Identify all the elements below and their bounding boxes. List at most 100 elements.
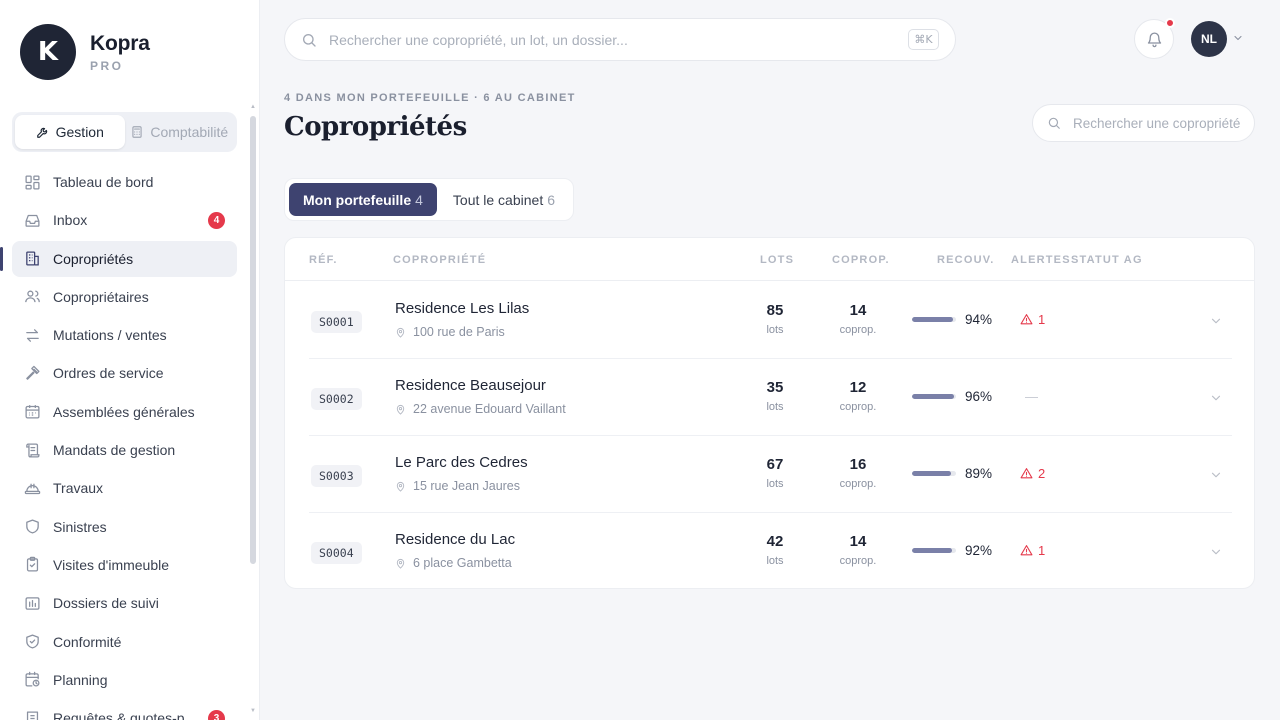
chevron-down-icon[interactable]: [1209, 545, 1223, 559]
location-pin-icon: [396, 481, 405, 492]
lots-unit: lots: [766, 401, 784, 413]
sidebar-item-mutations[interactable]: Mutations / ventes: [12, 317, 237, 353]
column-header-recouv[interactable]: RECOUV.: [937, 254, 995, 266]
row-lots: 85 lots: [745, 302, 805, 336]
row-name[interactable]: Residence du Lac: [395, 531, 515, 548]
calendar-clock-icon: [24, 671, 41, 688]
hammer-icon: [24, 365, 41, 382]
column-header-statut-ag[interactable]: STATUT AG: [1071, 254, 1143, 266]
row-name[interactable]: Residence Beausejour: [395, 377, 546, 394]
clipboard-check-icon: [24, 556, 41, 573]
dashboard-icon: [24, 174, 41, 191]
lots-value: 85: [766, 302, 784, 319]
row-address-text: 6 place Gambetta: [413, 556, 512, 570]
row-coprop: 14 coprop.: [828, 533, 888, 567]
sidebar-item-assemblees-generales[interactable]: Assemblées générales: [12, 394, 237, 430]
chevron-down-icon[interactable]: [1209, 468, 1223, 482]
column-header-lots[interactable]: LOTS: [760, 254, 794, 266]
tab-mon-portefeuille[interactable]: Mon portefeuille 4: [289, 183, 437, 216]
row-lots: 35 lots: [745, 379, 805, 413]
logo-letter: K: [37, 37, 59, 67]
sidebar-item-planning[interactable]: Planning: [12, 662, 237, 698]
alert-indicator[interactable]: 1: [1020, 543, 1045, 558]
coprop-value: 16: [849, 456, 867, 473]
row-address-text: 15 rue Jean Jaures: [413, 479, 521, 493]
recouvrement-bar-fill: [912, 317, 954, 322]
row-lots: 67 lots: [745, 456, 805, 490]
sidebar-item-mandats[interactable]: Mandats de gestion: [12, 432, 237, 468]
mode-gestion-label: Gestion: [55, 124, 104, 140]
table-row[interactable]: S0001 Residence Les Lilas 100 rue de Par…: [309, 282, 1232, 359]
location-pin-icon: [396, 327, 405, 338]
sidebar-item-label: Sinistres: [53, 518, 107, 535]
recouvrement-bar: [912, 317, 956, 322]
row-name[interactable]: Residence Les Lilas: [395, 300, 529, 317]
column-header-copropriete[interactable]: COPROPRIÉTÉ: [393, 254, 486, 266]
sidebar-nav: Tableau de bord Inbox 4 Copropriétés Cop…: [0, 164, 237, 720]
tab-tout-le-cabinet[interactable]: Tout le cabinet 6: [439, 183, 569, 216]
bell-icon: [1147, 31, 1161, 47]
scroll-down-arrow[interactable]: ▼: [250, 708, 256, 716]
global-search: ⌘K: [284, 18, 956, 61]
sidebar-item-label: Planning: [53, 671, 108, 688]
sidebar-item-coproprietaires[interactable]: Copropriétaires: [12, 279, 237, 315]
search-icon: [1048, 117, 1060, 129]
sidebar-item-requetes[interactable]: Requêtes & quotes-p 3: [12, 700, 237, 720]
column-header-ref[interactable]: RÉF.: [309, 254, 338, 266]
sidebar-item-conformite[interactable]: Conformité: [12, 624, 237, 660]
column-header-alertes[interactable]: ALERTES: [1011, 254, 1071, 266]
sidebar-item-sinistres[interactable]: Sinistres: [12, 509, 237, 545]
table-header: RÉF. COPROPRIÉTÉ LOTS COPROP. RECOUV. AL…: [285, 238, 1254, 281]
building-icon: [24, 250, 41, 267]
coprop-unit: coprop.: [839, 324, 877, 336]
alert-indicator[interactable]: 2: [1020, 466, 1045, 481]
mode-comptabilite-button[interactable]: Comptabilité: [125, 115, 235, 149]
lots-unit: lots: [766, 324, 784, 336]
recouvrement-bar: [912, 394, 956, 399]
sidebar-item-travaux[interactable]: Travaux: [12, 470, 237, 506]
brand[interactable]: K Kopra PRO: [20, 24, 150, 80]
recouvrement-bar-fill: [912, 471, 952, 476]
global-search-input[interactable]: [329, 31, 889, 48]
coprop-value: 14: [849, 302, 867, 319]
lots-unit: lots: [766, 555, 784, 567]
copropriete-search-input[interactable]: [1073, 115, 1253, 131]
coprop-value: 12: [849, 379, 867, 396]
table-row[interactable]: S0002 Residence Beausejour 22 avenue Edo…: [309, 359, 1232, 436]
alert-indicator[interactable]: 1: [1020, 312, 1045, 327]
recouvrement-bar: [912, 471, 956, 476]
table-row[interactable]: S0003 Le Parc des Cedres 15 rue Jean Jau…: [309, 436, 1232, 513]
sidebar-item-ordres-de-service[interactable]: Ordres de service: [12, 355, 237, 391]
sidebar-item-dossiers[interactable]: Dossiers de suivi: [12, 585, 237, 621]
sidebar-scrollbar[interactable]: [250, 116, 256, 564]
warning-icon: [1020, 468, 1033, 479]
shield-check-icon: [24, 633, 41, 650]
sidebar-item-visites[interactable]: Visites d'immeuble: [12, 547, 237, 583]
sidebar-item-label: Mutations / ventes: [53, 327, 167, 344]
row-address: 22 avenue Edouard Vaillant: [395, 402, 566, 416]
chevron-down-icon[interactable]: [1209, 391, 1223, 405]
sidebar-item-label: Requêtes & quotes-p: [53, 710, 185, 720]
row-name[interactable]: Le Parc des Cedres: [395, 454, 528, 471]
chevron-down-icon[interactable]: [1232, 32, 1244, 44]
table-row[interactable]: S0004 Residence du Lac 6 place Gambetta …: [309, 513, 1232, 590]
column-header-coprop[interactable]: COPROP.: [832, 254, 890, 266]
row-address: 15 rue Jean Jaures: [395, 479, 520, 493]
avatar[interactable]: NL: [1191, 21, 1227, 57]
calculator-icon: [132, 126, 142, 138]
scroll-icon: [24, 442, 41, 459]
chevron-down-icon[interactable]: [1209, 314, 1223, 328]
calendar-icon: [24, 403, 41, 420]
sidebar-item-coproprietes[interactable]: Copropriétés: [0, 240, 237, 277]
coprop-value: 14: [849, 533, 867, 550]
receipt-icon: [24, 710, 41, 720]
sidebar-item-label: Ordres de service: [53, 365, 164, 382]
scroll-up-arrow[interactable]: ▲: [250, 104, 256, 112]
mode-gestion-button[interactable]: Gestion: [15, 115, 125, 149]
row-ref: S0001: [311, 311, 362, 333]
alert-count: 1: [1038, 312, 1046, 327]
brand-sub: PRO: [90, 58, 124, 73]
row-address: 100 rue de Paris: [395, 325, 505, 339]
sidebar-item-inbox[interactable]: Inbox 4: [12, 202, 237, 238]
sidebar-item-tableau-de-bord[interactable]: Tableau de bord: [12, 164, 237, 200]
